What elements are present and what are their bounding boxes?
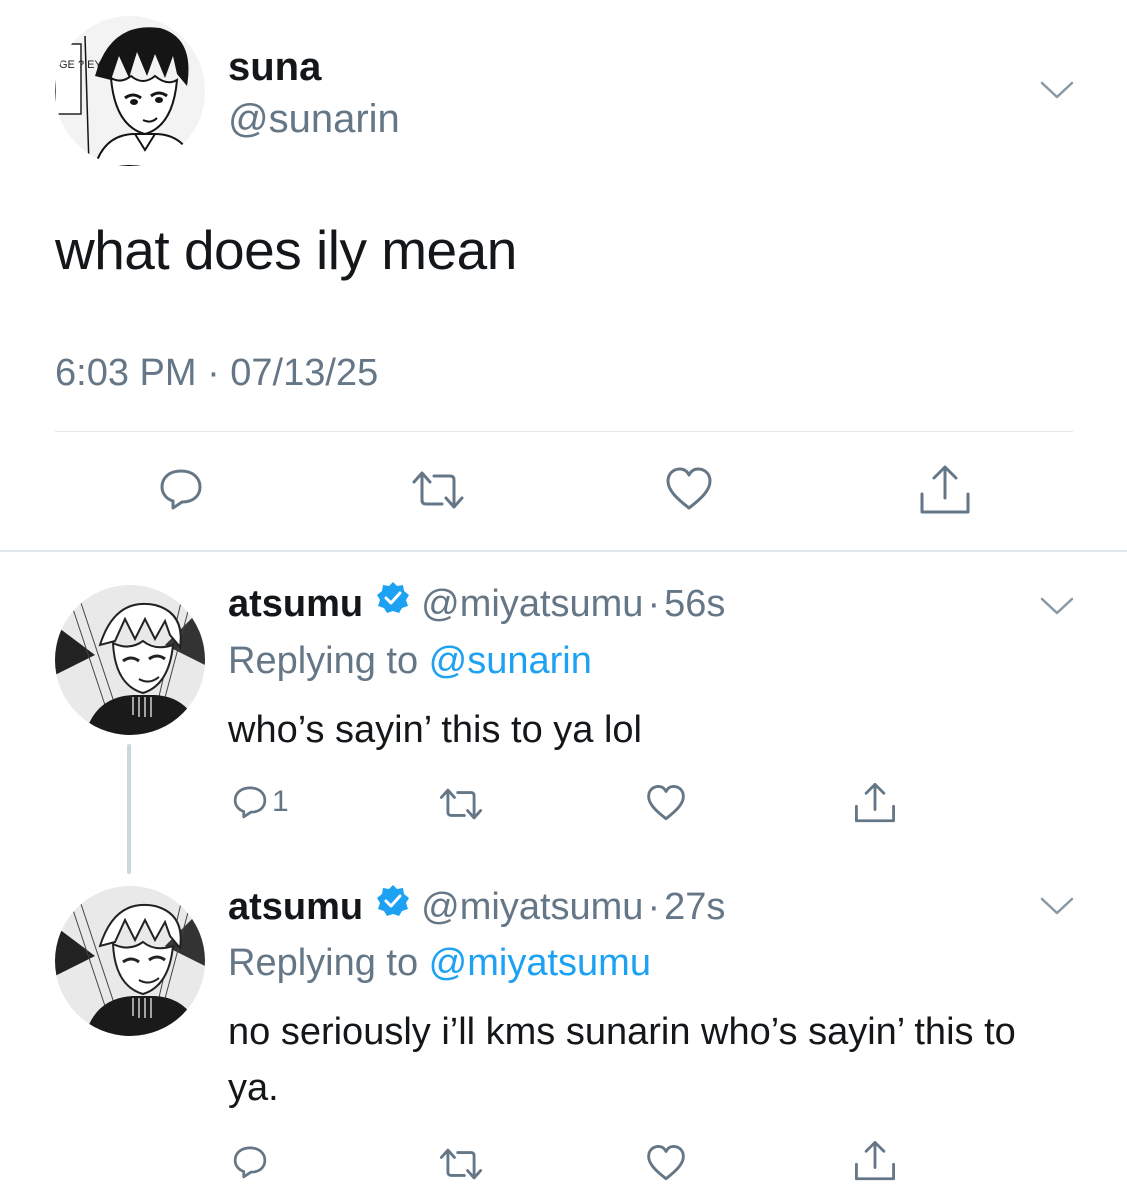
- replying-to-label: Replying to: [228, 942, 429, 984]
- retweet-button[interactable]: [438, 1146, 484, 1182]
- verified-badge-icon: [375, 580, 411, 627]
- share-button[interactable]: [853, 782, 897, 824]
- thread-connector: [127, 744, 131, 874]
- reply-count: 1: [272, 785, 289, 818]
- reply-avatar[interactable]: [55, 886, 205, 1036]
- replying-to-label: Replying to: [228, 640, 429, 682]
- replying-to-mention[interactable]: @sunarin: [429, 640, 592, 682]
- reply-avatar[interactable]: [55, 585, 205, 735]
- tweet-timestamp[interactable]: 6:03 PM · 07/13/25: [55, 350, 378, 396]
- retweet-button[interactable]: [438, 786, 484, 822]
- verified-badge-icon: [375, 883, 411, 930]
- reply-handle[interactable]: @miyatsumu: [421, 884, 643, 930]
- tweet-options-button[interactable]: [1040, 80, 1074, 105]
- reply-time[interactable]: 56s: [664, 581, 725, 627]
- divider: [0, 550, 1127, 552]
- reply-handle[interactable]: @miyatsumu: [421, 581, 643, 627]
- like-button[interactable]: [645, 784, 687, 822]
- heart-icon: [647, 785, 685, 821]
- reply-text: no seriously i’ll kms sunarin who’s sayi…: [228, 1011, 1016, 1109]
- separator: ·: [647, 885, 661, 928]
- author-display-name[interactable]: suna: [228, 44, 321, 90]
- reply-icon: [233, 786, 267, 819]
- heart-icon: [647, 1145, 685, 1181]
- author-avatar[interactable]: GE ? EY: [55, 16, 205, 166]
- avatar-caption: GE ? EY: [59, 59, 102, 71]
- share-icon: [855, 783, 895, 823]
- reply-options-button[interactable]: [1040, 896, 1074, 921]
- heart-icon: [666, 467, 712, 510]
- retweet-icon: [439, 788, 483, 820]
- replying-to: Replying to @sunarin: [228, 638, 592, 684]
- reply-display-name[interactable]: atsumu: [228, 581, 363, 627]
- divider: [55, 431, 1073, 432]
- reply-header: atsumu @miyatsumu · 56s: [228, 580, 725, 627]
- separator: ·: [647, 582, 661, 625]
- reply-icon: [160, 469, 202, 510]
- reply-button[interactable]: 1: [232, 784, 289, 820]
- manga-avatar-icon: [55, 886, 205, 1036]
- author-handle[interactable]: @sunarin: [228, 96, 400, 142]
- reply-display-name[interactable]: atsumu: [228, 884, 363, 930]
- manga-avatar-icon: [55, 585, 205, 735]
- like-button[interactable]: [664, 466, 714, 512]
- reply-header: atsumu @miyatsumu · 27s: [228, 883, 725, 930]
- replying-to-mention[interactable]: @miyatsumu: [429, 942, 651, 984]
- tweet-text: what does ily mean: [55, 219, 517, 281]
- manga-avatar-icon: GE ? EY: [55, 16, 205, 166]
- like-button[interactable]: [645, 1144, 687, 1182]
- reply-text: who’s sayin’ this to ya lol: [228, 709, 642, 751]
- retweet-icon: [412, 471, 464, 509]
- share-icon: [855, 1141, 895, 1181]
- replying-to: Replying to @miyatsumu: [228, 940, 651, 986]
- reply-time[interactable]: 27s: [664, 884, 725, 930]
- reply-icon: [233, 1146, 267, 1179]
- chevron-down-icon: [1040, 597, 1074, 615]
- share-icon: [920, 465, 970, 514]
- reply-button[interactable]: [232, 1144, 272, 1180]
- share-button[interactable]: [918, 464, 972, 516]
- chevron-down-icon: [1040, 81, 1074, 99]
- reply-button[interactable]: [158, 466, 204, 512]
- chevron-down-icon: [1040, 897, 1074, 915]
- retweet-button[interactable]: [410, 468, 466, 512]
- retweet-icon: [439, 1148, 483, 1180]
- share-button[interactable]: [853, 1140, 897, 1182]
- reply-options-button[interactable]: [1040, 596, 1074, 621]
